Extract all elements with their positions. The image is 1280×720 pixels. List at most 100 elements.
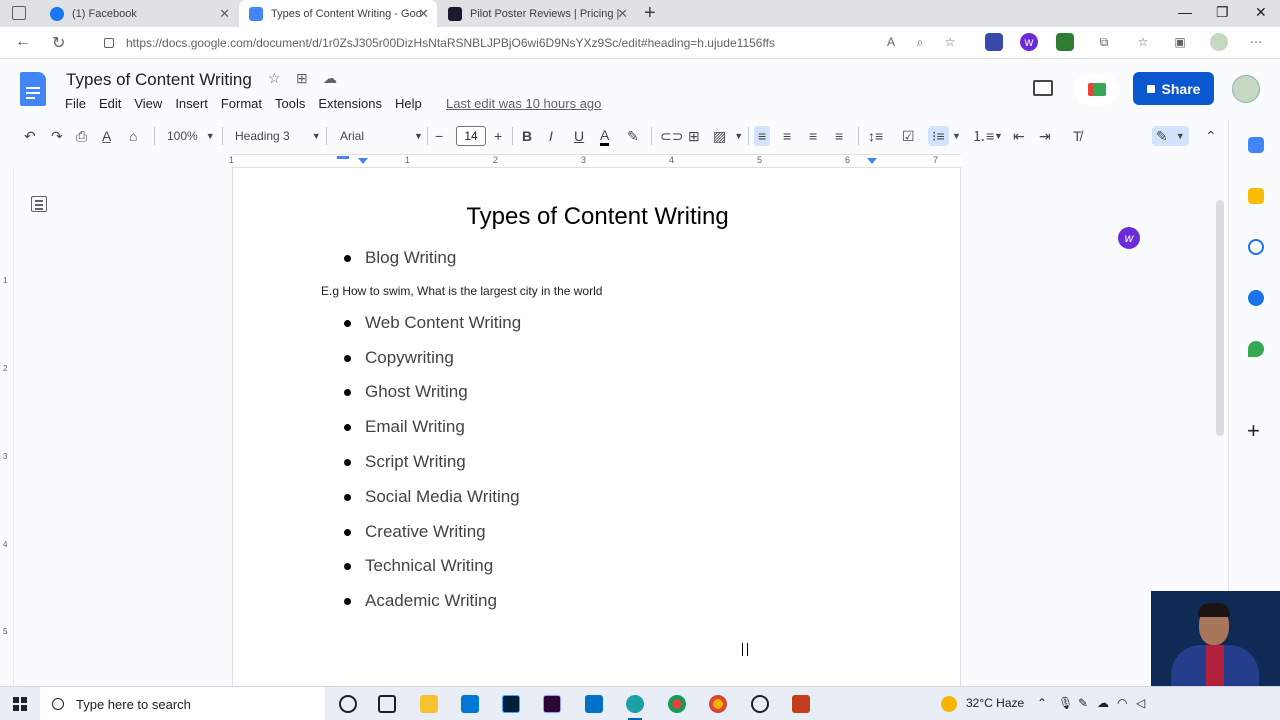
bold-icon[interactable]: B [522, 126, 532, 146]
chrome-icon[interactable] [668, 695, 686, 713]
beta-extension-icon[interactable] [1056, 33, 1074, 51]
store-icon[interactable] [461, 695, 479, 713]
contacts-icon[interactable] [1248, 290, 1264, 306]
insert-image-icon[interactable]: ▨ ▼ [713, 126, 743, 146]
favorite-icon[interactable]: ☆ [941, 33, 959, 51]
left-indent-marker[interactable] [358, 158, 368, 164]
list-item[interactable]: Email Writing [344, 417, 465, 437]
maximize-icon[interactable]: ❐ [1216, 4, 1229, 21]
decrease-font-size-icon[interactable]: − [435, 126, 443, 146]
spellcheck-icon[interactable]: A̲ [102, 126, 111, 146]
back-icon[interactable]: ← [15, 33, 31, 51]
tab-google-docs[interactable]: Types of Content Writing - Google Docs ✕ [239, 0, 437, 27]
vertical-scrollbar[interactable] [1216, 200, 1224, 436]
meet-button[interactable] [1074, 73, 1120, 105]
pen-icon[interactable]: ✎ [1078, 696, 1088, 710]
menu-file[interactable]: File [65, 96, 86, 111]
list-item[interactable]: Script Writing [344, 452, 466, 472]
taskbar-search-box[interactable]: Type here to search [40, 687, 325, 720]
menu-help[interactable]: Help [395, 96, 422, 111]
insert-link-icon[interactable]: ⊂⊃ [660, 126, 683, 146]
font-select[interactable]: Arial ▼ [340, 126, 423, 146]
list-item[interactable]: Social Media Writing [344, 487, 520, 507]
new-tab-icon[interactable]: + [644, 2, 656, 25]
volume-icon[interactable]: ◁ [1136, 696, 1145, 710]
docs-home-icon[interactable] [20, 72, 46, 106]
comment-history-icon[interactable] [1033, 80, 1053, 96]
font-size-input[interactable]: 14 [456, 126, 486, 146]
italic-icon[interactable]: I [549, 126, 553, 146]
list-item[interactable]: Copywriting [344, 348, 454, 368]
hide-menus-chevron-icon[interactable]: ⌃ [1205, 126, 1217, 146]
menu-tools[interactable]: Tools [275, 96, 305, 111]
line-spacing-icon[interactable]: ↕≡ [868, 126, 883, 146]
show-hidden-icons-chevron[interactable]: ⌃ [1037, 696, 1047, 710]
first-line-indent-marker[interactable] [337, 156, 349, 159]
account-avatar[interactable] [1232, 75, 1260, 103]
redo-icon[interactable]: ↷ [51, 126, 63, 146]
refresh-icon[interactable]: ↻ [52, 33, 65, 53]
undo-icon[interactable]: ↶ [24, 126, 36, 146]
file-explorer-icon[interactable] [420, 695, 438, 713]
menu-view[interactable]: View [134, 96, 162, 111]
numbered-options-chevron-icon[interactable]: ▼ [994, 126, 1003, 146]
align-center-icon[interactable]: ≡ [783, 126, 791, 146]
menu-insert[interactable]: Insert [175, 96, 208, 111]
mail-icon[interactable] [585, 695, 603, 713]
photoshop-icon[interactable] [502, 695, 520, 713]
paint-format-icon[interactable]: ⌂ [129, 126, 137, 146]
calendar-icon[interactable] [1248, 137, 1264, 153]
get-addons-icon[interactable]: + [1247, 418, 1260, 444]
clear-formatting-icon[interactable]: T̸ [1073, 126, 1082, 146]
onedrive-icon[interactable]: ☁ [1097, 696, 1109, 710]
list-item[interactable]: Technical Writing [344, 556, 493, 576]
zoom-icon[interactable]: ⌕ [911, 33, 929, 51]
editing-mode-icon[interactable]: ✎ ▼ [1152, 126, 1189, 146]
collections-icon[interactable]: ▣ [1171, 33, 1189, 51]
tasks-icon[interactable] [1248, 239, 1264, 255]
powerpoint-icon[interactable] [792, 695, 810, 713]
share-button[interactable]: Share [1133, 72, 1214, 105]
window-close-icon[interactable]: ✕ [1255, 4, 1267, 21]
extensions-puzzle-icon[interactable]: ⧉ [1095, 33, 1113, 51]
last-edit-link[interactable]: Last edit was 10 hours ago [446, 96, 601, 111]
add-comment-icon[interactable]: ⊞ [688, 126, 700, 146]
profile-icon[interactable] [1210, 33, 1228, 51]
list-item[interactable]: Web Content Writing [344, 313, 521, 333]
microphone-icon[interactable]: 🎙 [1058, 696, 1073, 710]
document-page[interactable]: Types of Content Writing Blog Writing E.… [232, 168, 961, 686]
menu-extensions[interactable]: Extensions [318, 96, 382, 111]
chrome-profile-icon[interactable] [709, 695, 727, 713]
underline-icon[interactable]: U [574, 126, 584, 146]
maps-icon[interactable] [1248, 341, 1264, 357]
cortana-icon[interactable] [339, 695, 357, 713]
windows-start-icon[interactable] [13, 697, 27, 711]
highlight-color-icon[interactable]: ✎ [627, 126, 639, 146]
clock-app-icon[interactable] [751, 695, 769, 713]
right-indent-marker[interactable] [867, 158, 877, 164]
document-heading[interactable]: Types of Content Writing [233, 203, 962, 231]
increase-indent-icon[interactable]: ⇥ [1039, 126, 1051, 146]
menu-edit[interactable]: Edit [99, 96, 121, 111]
weather-text[interactable]: 32°C Haze [966, 696, 1024, 710]
wifi-icon[interactable]: ◠ [1117, 696, 1127, 710]
cloud-saved-icon[interactable]: ☁ [323, 70, 337, 87]
task-view-icon[interactable] [378, 695, 396, 713]
bullet-options-chevron-icon[interactable]: ▼ [952, 126, 961, 146]
increase-font-size-icon[interactable]: + [494, 126, 502, 146]
tab-facebook[interactable]: (1) Facebook ✕ [40, 0, 238, 27]
premiere-icon[interactable] [543, 695, 561, 713]
read-aloud-icon[interactable]: A [882, 33, 900, 51]
align-right-icon[interactable]: ≡ [809, 126, 817, 146]
decrease-indent-icon[interactable]: ⇤ [1013, 126, 1025, 146]
text-color-icon[interactable]: A [600, 126, 610, 146]
star-icon[interactable]: ☆ [268, 70, 281, 87]
body-paragraph[interactable]: E.g How to swim, What is the largest cit… [321, 284, 602, 298]
align-left-icon[interactable]: ≡ [754, 126, 771, 146]
url-field[interactable]: https://docs.google.com/document/d/1r0Zs… [100, 30, 970, 55]
menu-format[interactable]: Format [221, 96, 262, 111]
favorites-bar-icon[interactable]: ☆ [1134, 33, 1152, 51]
more-menu-icon[interactable]: ⋯ [1247, 33, 1265, 51]
list-item[interactable]: Ghost Writing [344, 382, 468, 402]
list-item[interactable]: Creative Writing [344, 522, 486, 542]
